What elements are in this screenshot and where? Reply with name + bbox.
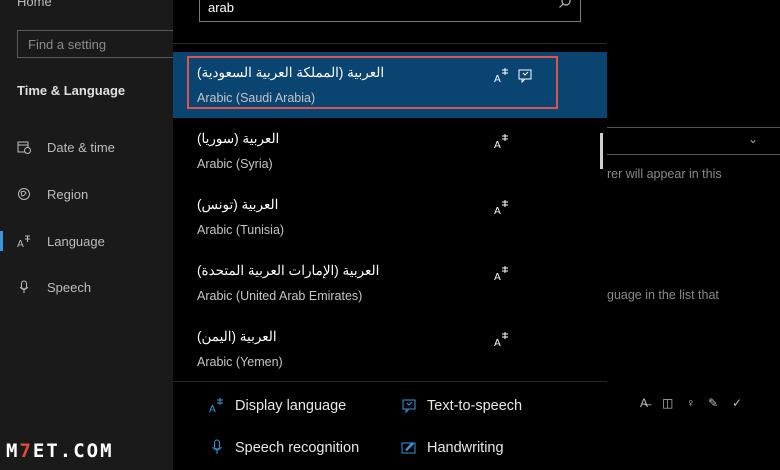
list-scrollbar[interactable] (600, 133, 603, 169)
text-to-speech-icon (517, 67, 533, 84)
legend-text-to-speech: Text-to-speech (401, 394, 601, 418)
language-search-box[interactable] (199, 0, 581, 22)
svg-text:A: A (494, 140, 501, 149)
handwriting-icon: ✎ (708, 396, 719, 410)
language-native-name: العربية (تونس) (197, 197, 279, 212)
sidebar-item-label: Speech (47, 280, 92, 295)
description-text: guage in the list that (607, 288, 719, 302)
sidebar-item-date-time[interactable]: Date & time (0, 132, 173, 162)
microphone-icon (209, 439, 225, 455)
description-text: rer will appear in this (607, 167, 722, 181)
language-list-item[interactable]: العربية (المملكة العربية السعودية) Arabi… (173, 52, 607, 118)
language-dropdown[interactable]: ⌄ (607, 127, 780, 155)
svg-text:A: A (494, 272, 501, 281)
language-list-item[interactable]: العربية (اليمن) Arabic (Yemen) A (173, 316, 607, 382)
spellcheck-icon: ✓ (732, 396, 743, 410)
svg-text:A: A (209, 404, 216, 413)
language-list-item[interactable]: العربية (تونس) Arabic (Tunisia) A (173, 184, 607, 250)
sidebar-item-region[interactable]: Region (0, 179, 173, 209)
language-native-name: العربية (اليمن) (197, 329, 277, 344)
legend-label: Handwriting (427, 440, 504, 456)
language-english-name: Arabic (Tunisia) (197, 223, 285, 237)
watermark-logo: M7ET.COM (6, 440, 114, 462)
legend-label: Text-to-speech (427, 398, 523, 414)
home-label: Home (17, 0, 52, 9)
language-list-item[interactable]: العربية (الإمارات العربية المتحدة) Arabi… (173, 250, 607, 316)
selected-indicator (0, 231, 3, 251)
language-native-name: العربية (سوريا) (197, 131, 280, 146)
sidebar-item-label: Region (47, 187, 89, 202)
sidebar-item-label: Language (47, 234, 105, 249)
find-setting-input[interactable]: Find a setting (17, 30, 187, 58)
divider (173, 43, 607, 44)
display-language-icon: A (494, 67, 510, 85)
language-english-name: Arabic (United Arab Emirates) (197, 289, 363, 303)
find-setting-placeholder: Find a setting (28, 37, 107, 52)
svg-text:A: A (494, 338, 501, 347)
sidebar-item-label: Date & time (47, 140, 115, 155)
legend-label: Speech recognition (235, 440, 360, 456)
display-language-icon: A (494, 199, 510, 217)
globe-icon (17, 187, 31, 201)
language-search-input[interactable] (208, 0, 538, 16)
choose-language-dialog: العربية (المملكة العربية السعودية) Arabi… (173, 0, 607, 470)
language-english-name: Arabic (Saudi Arabia) (197, 91, 316, 105)
home-link[interactable]: Home (17, 0, 52, 9)
language-icon: A (17, 234, 31, 250)
language-native-name: العربية (المملكة العربية السعودية) (197, 65, 385, 80)
section-title: Time & Language (17, 83, 126, 98)
chevron-down-icon: ⌄ (747, 132, 758, 146)
text-to-speech-icon: ◫ (662, 396, 674, 410)
sidebar-item-speech[interactable]: Speech (0, 272, 173, 302)
legend-label: Display language (235, 398, 347, 414)
legend-speech-recognition: Speech recognition (209, 436, 409, 460)
text-to-speech-icon (401, 397, 417, 414)
language-english-name: Arabic (Yemen) (197, 355, 283, 369)
microphone-icon: ♀ (686, 396, 695, 410)
language-native-name: العربية (الإمارات العربية المتحدة) (197, 263, 380, 278)
divider (173, 381, 607, 382)
svg-text:A: A (17, 239, 24, 248)
svg-text:A: A (494, 74, 501, 83)
settings-sidebar: Home Find a setting Time & Language Date… (0, 0, 187, 470)
display-language-icon: A (494, 331, 510, 349)
legend-handwriting: Handwriting (401, 436, 601, 460)
calendar-clock-icon (17, 140, 31, 154)
language-list-item[interactable]: العربية (سوريا) Arabic (Syria) A (173, 118, 607, 184)
display-language-icon: A (494, 265, 510, 283)
sidebar-item-language[interactable]: A Language (0, 226, 173, 256)
legend-display-language: A Display language (209, 394, 409, 418)
search-icon[interactable] (558, 0, 572, 12)
svg-text:A: A (494, 206, 501, 215)
language-list[interactable]: العربية (المملكة العربية السعودية) Arabi… (173, 52, 607, 382)
handwriting-icon (401, 439, 417, 455)
display-language-icon: A̶ (640, 396, 649, 410)
language-english-name: Arabic (Syria) (197, 157, 273, 171)
display-language-icon: A (494, 133, 510, 151)
microphone-icon (17, 280, 31, 294)
display-language-icon: A (209, 397, 225, 415)
language-feature-icons: A̶ ◫ ♀ ✎ ✓ (640, 396, 755, 414)
